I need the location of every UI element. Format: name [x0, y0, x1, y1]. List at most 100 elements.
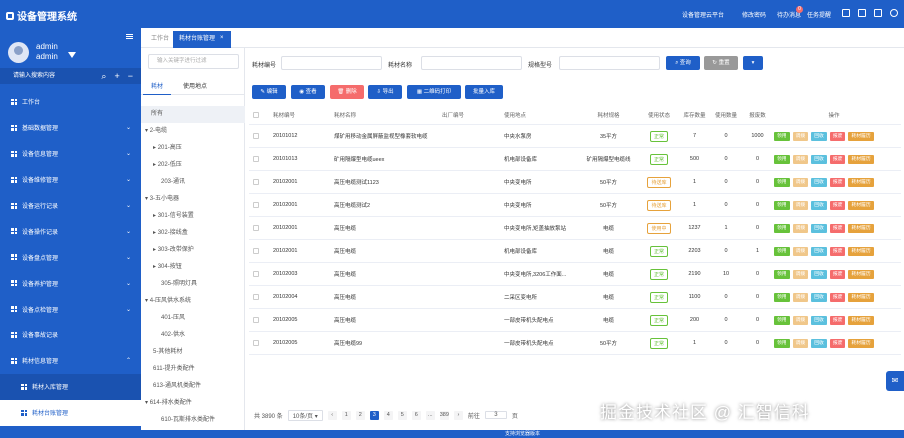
- tree-node[interactable]: 613-通风机类配件: [141, 378, 245, 395]
- select-all-checkbox[interactable]: [253, 112, 259, 118]
- transfer-button[interactable]: 调拨: [792, 315, 809, 325]
- recycle-button[interactable]: 回收: [811, 315, 827, 325]
- tree-tab-consumables[interactable]: 耗材: [143, 80, 172, 95]
- page-last[interactable]: 389: [439, 410, 449, 420]
- tree-filter-input[interactable]: 输入关键字进行过滤: [148, 54, 239, 69]
- use-button[interactable]: 领用: [774, 223, 790, 233]
- tree-node[interactable]: 611-提升类配件: [141, 361, 245, 378]
- sidebar-item-maintenance[interactable]: 设备养护管理 ⌄: [0, 270, 141, 296]
- use-button[interactable]: 领用: [774, 338, 790, 348]
- recycle-button[interactable]: 回收: [811, 338, 827, 348]
- table-row[interactable]: 20101012 煤矿用移动金属屏蔽监视型橡套软电缆 中央水泵房 35平方 正常 7 0 10…: [249, 125, 901, 148]
- tree-node[interactable]: 401-压风: [141, 310, 245, 327]
- history-button[interactable]: 耗材履历: [848, 131, 874, 141]
- page-6[interactable]: 6: [411, 410, 421, 420]
- power-icon[interactable]: [890, 9, 898, 17]
- sidebar-item-repair[interactable]: 设备维修管理 ⌄: [0, 167, 141, 193]
- filter-icon[interactable]: [68, 52, 76, 58]
- sidebar-item-op-records[interactable]: 设备操作记录 ⌄: [0, 218, 141, 244]
- shirt-icon[interactable]: [842, 9, 850, 17]
- sidebar-item-workbench[interactable]: 工作台: [0, 89, 141, 115]
- sidebar-item-inventory[interactable]: 设备盘点管理 ⌄: [0, 244, 141, 270]
- use-button[interactable]: 领用: [774, 292, 790, 302]
- row-checkbox[interactable]: [253, 202, 259, 208]
- page-3[interactable]: 3: [369, 410, 379, 420]
- tree-node[interactable]: ▾ 4-压风供水系统: [141, 293, 245, 310]
- tree-node[interactable]: ▾ 2-电缆: [141, 123, 245, 140]
- transfer-button[interactable]: 调拨: [792, 131, 809, 141]
- transfer-button[interactable]: 调拨: [792, 269, 809, 279]
- nav-change-password[interactable]: 修改密码: [742, 10, 766, 19]
- nav-task-reminder[interactable]: 任务提醒: [807, 10, 831, 19]
- use-button[interactable]: 领用: [774, 269, 790, 279]
- recycle-button[interactable]: 回收: [811, 269, 827, 279]
- table-row[interactable]: 20102001 高压电缆测试2 中央变电所 50平方 待送库 1 0 0 领用 调拨 回收 报废 耗材…: [249, 194, 901, 217]
- transfer-button[interactable]: 调拨: [792, 223, 809, 233]
- page-size-select[interactable]: 10条/页 ▾: [287, 409, 323, 421]
- scrap-button[interactable]: 报废: [829, 200, 846, 210]
- tree-node[interactable]: 5-其他耗材: [141, 344, 245, 361]
- tab-workbench[interactable]: 工作台: [145, 31, 175, 48]
- scrap-button[interactable]: 报废: [829, 154, 846, 164]
- scrap-button[interactable]: 报废: [829, 269, 846, 279]
- scrap-button[interactable]: 报废: [829, 292, 846, 302]
- page-5[interactable]: 5: [397, 410, 407, 420]
- row-checkbox[interactable]: [253, 225, 259, 231]
- sidebar-item-base-data[interactable]: 基础数据管理 ⌄: [0, 115, 141, 141]
- use-button[interactable]: 领用: [774, 200, 790, 210]
- table-row[interactable]: 20102005 高压电缆99 一部皮带机头配电点 50平方 正常 1 0 0 领用 调拨 回收 报废…: [249, 332, 901, 355]
- use-button[interactable]: 领用: [774, 177, 790, 187]
- scrap-button[interactable]: 报废: [829, 315, 846, 325]
- transfer-button[interactable]: 调拨: [792, 338, 809, 348]
- sidebar-item-device-info[interactable]: 设备信息管理 ⌄: [0, 141, 141, 167]
- minus-icon[interactable]: −: [128, 68, 133, 84]
- history-button[interactable]: 耗材履历: [848, 200, 874, 210]
- sidebar-item-consumable-inbound[interactable]: 耗材入库管理: [0, 373, 141, 400]
- transfer-button[interactable]: 调拨: [792, 177, 809, 187]
- tree-node[interactable]: 所有: [141, 106, 245, 123]
- row-checkbox[interactable]: [253, 248, 259, 254]
- row-checkbox[interactable]: [253, 133, 259, 139]
- view-button[interactable]: ◉ 查看: [291, 85, 325, 99]
- recycle-button[interactable]: 回收: [811, 246, 827, 256]
- tree-node[interactable]: ▸ 303-改带保护: [141, 242, 245, 259]
- scrap-button[interactable]: 报废: [829, 131, 846, 141]
- nav-cloud-platform[interactable]: 设备管理云平台: [682, 10, 724, 19]
- use-button[interactable]: 领用: [774, 246, 790, 256]
- table-row[interactable]: 20102001 高压电缆测试1123 中央变电所 50平方 待送库 1 0 0 领用 调拨 回收报…: [249, 171, 901, 194]
- name-input[interactable]: [421, 56, 522, 70]
- lock-icon[interactable]: [858, 9, 866, 17]
- recycle-button[interactable]: 回收: [811, 177, 827, 187]
- trash-icon[interactable]: [874, 9, 882, 17]
- recycle-button[interactable]: 回收: [811, 131, 827, 141]
- sidebar-item-accidents[interactable]: 设备事故记录: [0, 322, 141, 348]
- spec-input[interactable]: [559, 56, 660, 70]
- history-button[interactable]: 耗材履历: [848, 315, 874, 325]
- code-input[interactable]: [281, 56, 382, 70]
- table-row[interactable]: 20101013 矿用隔爆型电缆ueex 机电部设备库 矿用隔爆型电缆线 正常 500 0 0…: [249, 148, 901, 171]
- export-button[interactable]: ⇩ 导出: [368, 85, 402, 99]
- transfer-button[interactable]: 调拨: [792, 154, 809, 164]
- float-chat-button[interactable]: ✉: [886, 371, 904, 391]
- menu-search-input[interactable]: 请输入搜索内容 ⌕ + −: [0, 68, 141, 84]
- sidebar-item-inspection[interactable]: 设备点检管理 ⌄: [0, 296, 141, 322]
- scrap-button[interactable]: 报废: [829, 338, 846, 348]
- row-checkbox[interactable]: [253, 156, 259, 162]
- tree-node[interactable]: ▸ 304-按钮: [141, 259, 245, 276]
- search-button[interactable]: ⌕ 查询: [666, 56, 700, 70]
- use-button[interactable]: 领用: [774, 154, 790, 164]
- table-row[interactable]: 20102005 高压电缆 一部皮带机头配电点 电缆 正常 200 0 0 领用 调拨 回收 报废 耗材…: [249, 309, 901, 332]
- use-button[interactable]: 领用: [774, 315, 790, 325]
- row-checkbox[interactable]: [253, 340, 259, 346]
- tree-node[interactable]: 305-照明灯具: [141, 276, 245, 293]
- table-row[interactable]: 20102001 高压电缆 中央变电所,矩盖抽放泵站 电缆 使用中 1237 1 0 领用 调拨回…: [249, 217, 901, 240]
- row-checkbox[interactable]: [253, 294, 259, 300]
- tree-node[interactable]: 610-瓦斯排水类配件: [141, 412, 245, 429]
- transfer-button[interactable]: 调拨: [792, 200, 809, 210]
- next-page-button[interactable]: ›: [453, 410, 463, 420]
- history-button[interactable]: 耗材履历: [848, 338, 874, 348]
- tree-node[interactable]: ▸ 301-信号装置: [141, 208, 245, 225]
- row-checkbox[interactable]: [253, 317, 259, 323]
- page-2[interactable]: 2: [355, 410, 365, 420]
- edit-button[interactable]: ✎ 编辑: [252, 85, 286, 99]
